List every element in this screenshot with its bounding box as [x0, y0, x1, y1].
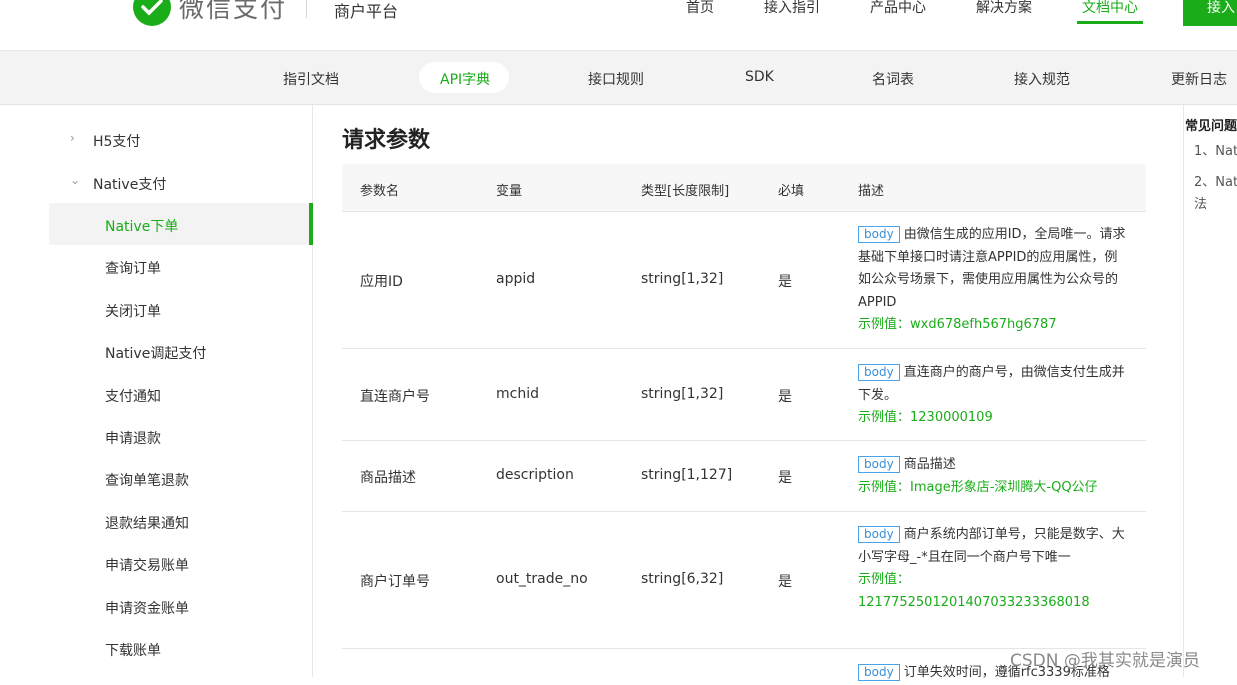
param-desc: body 商户系统内部订单号，只能是数字、大小写字母_-*且在同一个商户号下唯一 …	[858, 524, 1130, 614]
param-example: 示例值：1230000109	[858, 410, 993, 425]
faq-item[interactable]: 2、Nat	[1194, 171, 1237, 190]
faq-item-cont[interactable]: 法	[1194, 193, 1207, 212]
tab-changelog[interactable]: 更新日志	[1171, 69, 1227, 89]
row-divider	[342, 440, 1146, 441]
body-tag: body	[858, 526, 900, 543]
tab-api-rules[interactable]: 接口规则	[588, 69, 644, 89]
body-tag: body	[858, 664, 900, 681]
logo[interactable]: 微信支付	[133, 0, 287, 26]
faq-item[interactable]: 1、Nat	[1194, 140, 1237, 159]
chevron-down-icon[interactable]: ⌄	[70, 173, 80, 187]
param-name: 商户订单号	[360, 574, 430, 590]
sidebar-item-close-order[interactable]: 关闭订单	[105, 301, 161, 321]
body-tag: body	[858, 364, 900, 381]
sidebar: › H5支付 ⌄ Native支付 Native下单 查询订单 关闭订单 Nat…	[0, 105, 313, 677]
sidebar-item-query-order[interactable]: 查询订单	[105, 258, 161, 278]
sidebar-group-h5[interactable]: H5支付	[93, 131, 140, 151]
sidebar-group-native[interactable]: Native支付	[93, 174, 166, 194]
param-required: 是	[778, 574, 792, 590]
wechat-pay-logo-icon	[133, 0, 171, 26]
sidebar-item-download-bill[interactable]: 下载账单	[105, 640, 161, 660]
param-name: 直连商户号	[360, 389, 430, 405]
nav-products[interactable]: 产品中心	[870, 0, 926, 17]
column-header-type: 类型[长度限制]	[641, 184, 730, 199]
tab-access-spec[interactable]: 接入规范	[1014, 69, 1070, 89]
sidebar-item-pay-notify[interactable]: 支付通知	[105, 386, 161, 406]
tab-glossary[interactable]: 名词表	[872, 69, 914, 89]
sidebar-item-query-refund[interactable]: 查询单笔退款	[105, 470, 189, 490]
nav-guide[interactable]: 接入指引	[764, 0, 820, 17]
body-tag: body	[858, 456, 900, 473]
column-header-required: 必填	[778, 184, 805, 199]
param-example: 示例值：1217752501201407033233368018	[858, 572, 1090, 610]
tab-api-dictionary[interactable]: API字典	[440, 69, 490, 89]
watermark: CSDN @我其实就是演员	[1010, 651, 1200, 671]
param-type: string[6,32]	[641, 571, 724, 587]
param-name: 商品描述	[360, 470, 416, 486]
sidebar-active-highlight	[49, 203, 313, 245]
param-required: 是	[778, 274, 792, 290]
sidebar-item-refund-notify[interactable]: 退款结果通知	[105, 513, 189, 533]
param-desc: body 直连商户的商户号，由微信支付生成并下发。 示例值：1230000109	[858, 362, 1130, 430]
param-desc-text: 商品描述	[903, 457, 956, 472]
sidebar-item-trade-bill[interactable]: 申请交易账单	[105, 555, 189, 575]
tab-guide-docs[interactable]: 指引文档	[283, 69, 339, 89]
param-var: description	[496, 467, 574, 483]
param-example: 示例值：wxd678efh567hg6787	[858, 317, 1057, 332]
param-type: string[1,127]	[641, 467, 733, 483]
param-var: appid	[496, 271, 536, 287]
platform-title: 商户平台	[334, 2, 399, 21]
body-tag: body	[858, 226, 900, 243]
sidebar-item-native-order[interactable]: Native下单	[105, 216, 178, 236]
top-bar: 微信支付 商户平台 首页 接入指引 产品中心 解决方案 文档中心 接入	[0, 0, 1237, 51]
nav-docs[interactable]: 文档中心	[1082, 0, 1138, 17]
column-header-name: 参数名	[360, 184, 400, 199]
param-example: 示例值：Image形象店-深圳腾大-QQ公仔	[858, 479, 1098, 495]
doc-subnav: 指引文档 API字典 接口规则 SDK 名词表 接入规范 更新日志	[0, 51, 1237, 105]
logo-text: 微信支付	[179, 0, 288, 23]
param-required: 是	[778, 389, 792, 405]
param-desc: body 商品描述 示例值：Image形象店-深圳腾大-QQ公仔	[858, 454, 1130, 499]
sidebar-item-native-invoke[interactable]: Native调起支付	[105, 343, 206, 363]
param-desc: body 由微信生成的应用ID，全局唯一。请求基础下单接口时请注意APPID的应用…	[858, 224, 1130, 337]
nav-solutions[interactable]: 解决方案	[976, 0, 1032, 17]
nav-home[interactable]: 首页	[686, 0, 714, 17]
sidebar-item-fund-bill[interactable]: 申请资金账单	[105, 598, 189, 618]
param-var: mchid	[496, 386, 539, 402]
row-divider	[342, 511, 1146, 512]
column-header-var: 变量	[496, 184, 523, 199]
logo-divider	[306, 0, 307, 18]
param-name: 应用ID	[360, 274, 403, 290]
sidebar-item-refund[interactable]: 申请退款	[105, 428, 161, 448]
faq-title: 常见问题	[1185, 119, 1237, 134]
param-type: string[1,32]	[641, 386, 724, 402]
faq-panel: 常见问题 1、Nat 2、Nat 法	[1183, 105, 1237, 677]
section-title: 请求参数	[342, 128, 431, 153]
tab-sdk[interactable]: SDK	[745, 69, 774, 85]
nav-active-indicator	[1077, 21, 1143, 24]
table-header: 参数名 变量 类型[长度限制] 必填 描述	[342, 164, 1146, 212]
chevron-right-icon[interactable]: ›	[70, 131, 75, 145]
param-type: string[1,32]	[641, 271, 724, 287]
param-required: 是	[778, 470, 792, 486]
column-header-desc: 描述	[858, 184, 885, 199]
join-button[interactable]: 接入	[1183, 0, 1237, 26]
row-divider	[342, 348, 1146, 349]
param-var: out_trade_no	[496, 571, 588, 587]
